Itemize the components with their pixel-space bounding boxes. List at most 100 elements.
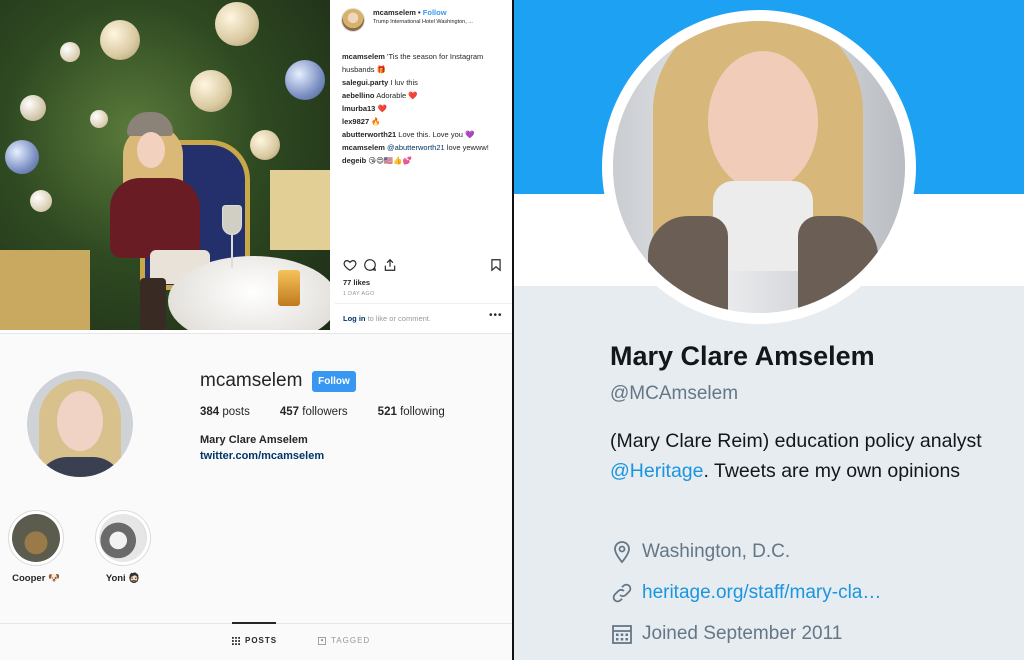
story-highlight-cooper[interactable]: Cooper 🐶 xyxy=(6,510,66,584)
login-prompt-text: to like or comment. xyxy=(367,314,431,323)
comment: mcamselem 'Tis the season for Instagram … xyxy=(342,50,507,76)
twitter-display-name: Mary Clare Amselem xyxy=(610,341,875,371)
twitter-location: Washington, D.C. xyxy=(610,540,790,564)
twitter-website[interactable]: heritage.org/staff/mary-cla… xyxy=(610,581,881,605)
ornament xyxy=(60,42,80,62)
instagram-post: mcamselem • Follow Trump International H… xyxy=(0,0,512,332)
comment-username[interactable]: lex9827 xyxy=(342,117,369,126)
bio-text: . Tweets are my own opinions xyxy=(703,460,961,482)
highlight-image xyxy=(12,514,60,562)
website-link[interactable]: heritage.org/staff/mary-cla… xyxy=(642,582,881,604)
tagged-icon xyxy=(318,636,326,645)
ornament xyxy=(285,60,325,100)
following-label: following xyxy=(400,406,445,418)
comments-list: mcamselem 'Tis the season for Instagram … xyxy=(342,50,507,167)
instagram-panel: mcamselem • Follow Trump International H… xyxy=(0,0,512,660)
avatar-face xyxy=(57,391,103,451)
avatar-vest xyxy=(648,216,728,313)
wine-glass-stem xyxy=(231,234,233,268)
tab-tagged[interactable]: TAGGED xyxy=(318,636,370,645)
comment-username[interactable]: salegui.party xyxy=(342,78,388,87)
post-user-line: mcamselem • Follow xyxy=(373,8,473,18)
comment: degeib 😘😍🇺🇸👍💕 xyxy=(342,154,507,167)
active-tab-indicator xyxy=(232,622,276,624)
ornament xyxy=(20,95,46,121)
tab-posts[interactable]: POSTS xyxy=(232,636,277,645)
ornament xyxy=(30,190,52,212)
link-icon xyxy=(612,583,632,603)
person-sweater xyxy=(110,178,200,258)
comment-text: ❤️ xyxy=(377,104,387,113)
post-photo[interactable] xyxy=(0,0,330,330)
post-header: mcamselem • Follow Trump International H… xyxy=(341,8,473,32)
profile-username: mcamselem xyxy=(200,370,303,391)
person-boots xyxy=(140,278,166,330)
followers-label: followers xyxy=(302,406,348,418)
profile-website-link[interactable]: twitter.com/mcamselem xyxy=(200,450,324,462)
highlight-ring xyxy=(8,510,64,566)
followers-stat[interactable]: 457 followers xyxy=(280,406,348,418)
posts-stat: 384 posts xyxy=(200,406,250,418)
login-link[interactable]: Log in xyxy=(343,314,366,323)
avatar[interactable] xyxy=(341,8,365,32)
ornament xyxy=(250,130,280,160)
joined-text: Joined September 2011 xyxy=(642,623,843,644)
highlight-image xyxy=(99,514,147,562)
share-icon[interactable] xyxy=(383,258,397,272)
ornament xyxy=(5,140,39,174)
comment-username[interactable]: degeib xyxy=(342,156,366,165)
story-highlight-yoni[interactable]: Yoni 🧔🏻 xyxy=(93,510,153,584)
comment-username[interactable]: mcamselem xyxy=(342,52,385,61)
highlight-label: Yoni 🧔🏻 xyxy=(105,573,141,584)
comment-username[interactable]: aebellino xyxy=(342,91,375,100)
comment-text: love yewww! xyxy=(446,143,489,152)
grid-icon xyxy=(232,636,240,645)
following-stat[interactable]: 521 following xyxy=(378,406,445,418)
tab-posts-label: POSTS xyxy=(245,636,278,645)
location-pin-icon xyxy=(614,541,630,564)
follow-button[interactable]: Follow xyxy=(312,371,356,392)
comment-text: 🔥 xyxy=(371,117,381,126)
twitter-panel: Mary Clare Amselem @MCAmselem (Mary Clar… xyxy=(514,0,1024,660)
comment: aebellino Adorable ❤️ xyxy=(342,89,507,102)
avatar-face xyxy=(708,51,818,191)
highlight-ring xyxy=(95,510,151,566)
comment-mention[interactable]: @abutterworth21 xyxy=(387,143,445,152)
twitter-avatar[interactable] xyxy=(613,21,905,313)
profile-avatar[interactable] xyxy=(27,371,133,477)
profile-stats: 384 posts 457 followers 521 following xyxy=(200,406,475,418)
post-follow-link[interactable]: Follow xyxy=(423,8,447,17)
twitter-joined: Joined September 2011 xyxy=(610,622,842,646)
ornament xyxy=(215,2,259,46)
likes-count[interactable]: 77 likes xyxy=(343,278,370,287)
location-text: Washington, D.C. xyxy=(642,541,791,562)
comment-username[interactable]: lmurba13 xyxy=(342,104,375,113)
bio-text: (Mary Clare Reim) education policy analy… xyxy=(610,430,982,452)
heart-icon[interactable] xyxy=(343,258,357,272)
twitter-bio: (Mary Clare Reim) education policy analy… xyxy=(610,426,1000,486)
ornament xyxy=(190,70,232,112)
post-actions xyxy=(343,258,503,274)
comment: lex9827 🔥 xyxy=(342,115,507,128)
gift-box xyxy=(0,250,90,330)
post-timestamp: 1 DAY AGO xyxy=(343,291,375,297)
post-username[interactable]: mcamselem xyxy=(373,8,416,17)
comment: abutterworth21 Love this. Love you 💜 xyxy=(342,128,507,141)
twitter-avatar-ring xyxy=(602,10,916,324)
comment: mcamselem @abutterworth21 love yewww! xyxy=(342,141,507,154)
comment-username[interactable]: abutterworth21 xyxy=(342,130,396,139)
comment: salegui.party I luv this xyxy=(342,76,507,89)
candle xyxy=(278,270,300,306)
divider xyxy=(335,303,512,304)
comment-icon[interactable] xyxy=(363,258,377,272)
comment-username[interactable]: mcamselem xyxy=(342,143,385,152)
following-count: 521 xyxy=(377,406,397,418)
bio-mention-link[interactable]: @Heritage xyxy=(610,460,704,482)
more-options-icon[interactable]: ••• xyxy=(489,310,503,321)
post-sidebar: mcamselem • Follow Trump International H… xyxy=(335,0,512,332)
post-location[interactable]: Trump International Hotel Washington, ..… xyxy=(373,18,473,26)
login-prompt: Log in to like or comment. xyxy=(343,314,431,323)
comment-text: 😘😍🇺🇸👍💕 xyxy=(368,156,412,165)
bookmark-icon[interactable] xyxy=(489,258,503,272)
tab-tagged-label: TAGGED xyxy=(331,636,371,645)
